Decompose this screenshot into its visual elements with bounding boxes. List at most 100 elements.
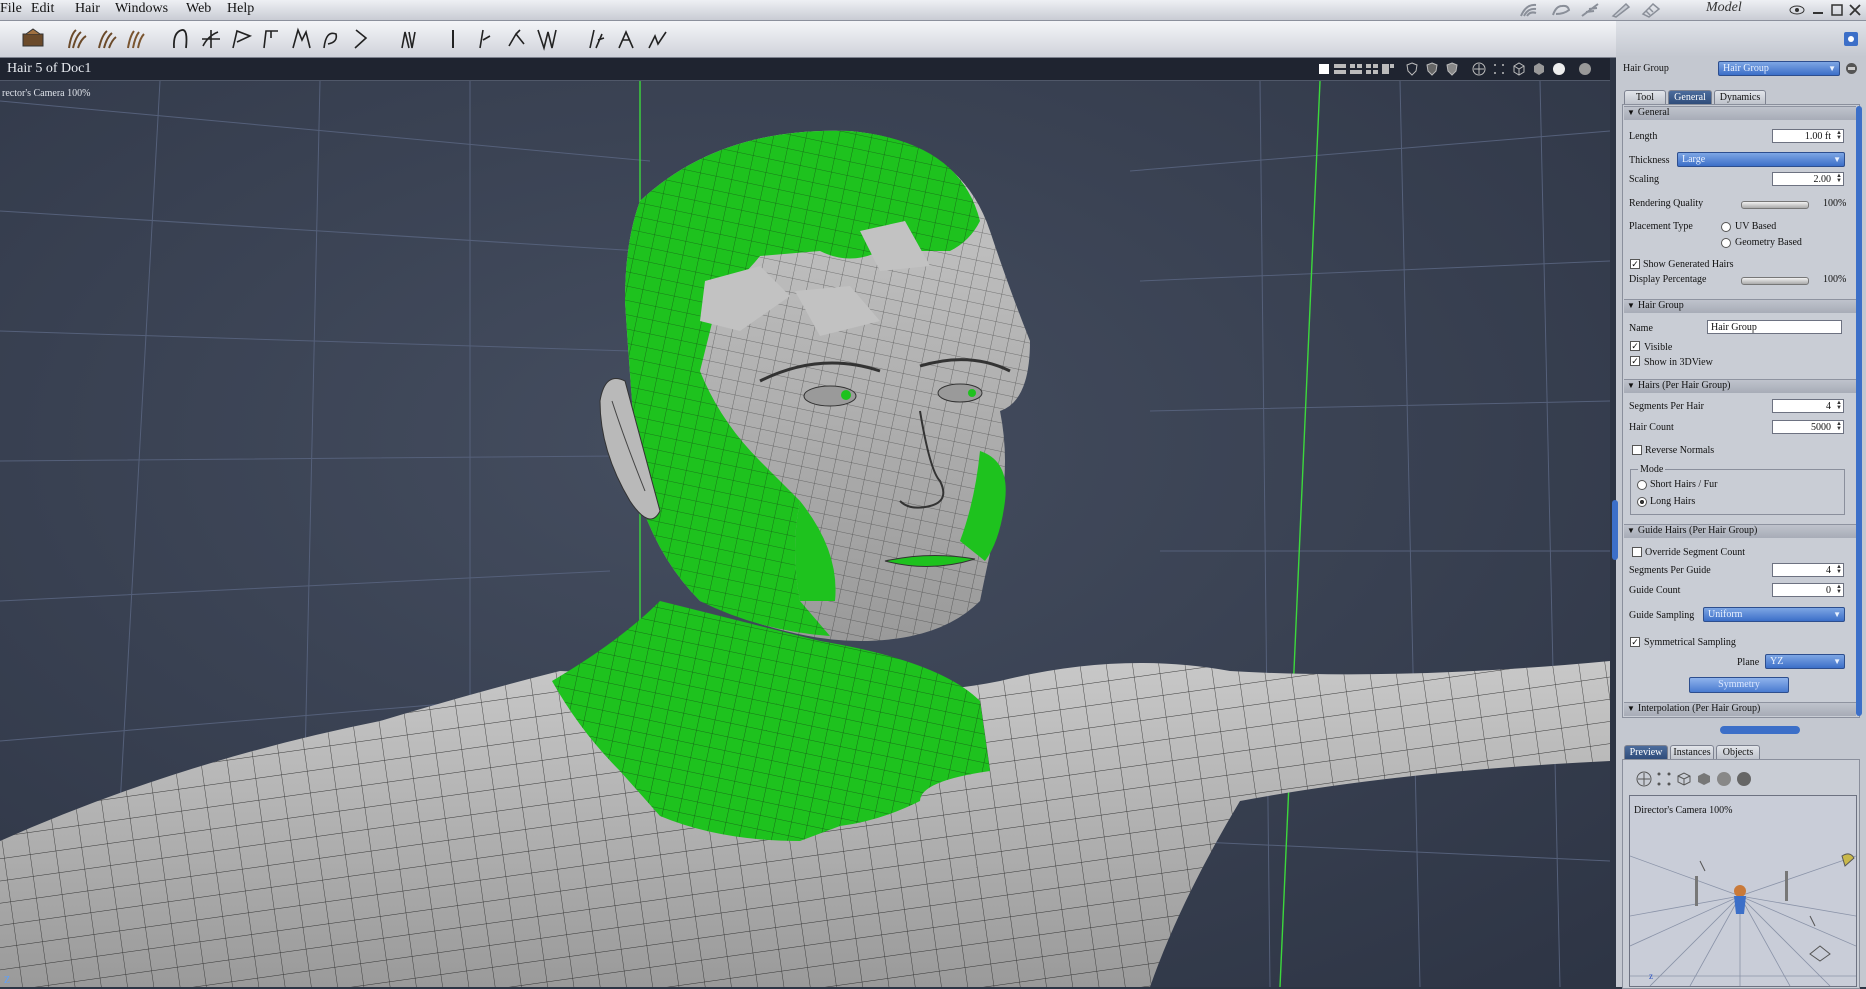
hairs-section-header[interactable]: ▼ Hairs (Per Hair Group) (1624, 379, 1856, 393)
grow-guides-tool-icon[interactable] (644, 26, 670, 52)
eye-icon[interactable] (1789, 2, 1805, 18)
curl-guide-tool-icon[interactable] (288, 26, 314, 52)
name-field[interactable]: Hair Group (1707, 320, 1842, 334)
spinner-icon[interactable]: ▲ ▼ (1836, 421, 1842, 432)
spinner-icon[interactable]: ▲ ▼ (1836, 400, 1842, 411)
hair-room-toolbox-icon[interactable] (20, 26, 46, 52)
hair-group-options-icon[interactable] (1845, 62, 1858, 75)
panel-menu-icon[interactable] (1843, 31, 1859, 47)
placement-uv-radio[interactable] (1721, 222, 1731, 232)
preview-wireframe-icon[interactable] (1676, 771, 1692, 787)
symmetrical-sampling-checkbox[interactable]: ✓ (1630, 637, 1640, 647)
length-field[interactable]: 1.00 ft ▲ ▼ (1772, 129, 1844, 143)
override-segment-count-checkbox[interactable] (1632, 547, 1642, 557)
attract-guides-tool-icon[interactable] (584, 26, 610, 52)
smooth-shade-icon[interactable] (1552, 62, 1566, 76)
remove-hair-tool-icon[interactable] (94, 26, 120, 52)
three-view-icon[interactable] (1349, 62, 1363, 76)
feather-icon[interactable] (1580, 2, 1602, 18)
general-section-header[interactable]: ▼ General (1624, 106, 1856, 120)
guide-sampling-dropdown[interactable]: Uniform ▼ (1703, 607, 1845, 622)
tab-tool[interactable]: Tool (1624, 90, 1666, 105)
add-hair-tool-icon[interactable] (64, 26, 90, 52)
menu-help[interactable]: Help (227, 1, 254, 17)
bend-guide-tool-icon[interactable] (228, 26, 254, 52)
select-guides-tool-icon[interactable] (396, 26, 422, 52)
hair-group-dropdown[interactable]: Hair Group ▼ (1718, 61, 1840, 76)
mode-short-radio[interactable] (1637, 480, 1647, 490)
shield-view-icon[interactable] (1405, 62, 1419, 76)
preview-viewport[interactable] (1629, 795, 1857, 987)
show-3dview-checkbox[interactable]: ✓ (1630, 356, 1640, 366)
spinner-icon[interactable]: ▲ ▼ (1836, 584, 1842, 595)
guide-hairs-section-header[interactable]: ▼ Guide Hairs (Per Hair Group) (1624, 524, 1856, 538)
spinner-icon[interactable]: ▲ ▼ (1836, 564, 1842, 575)
mode-long-radio[interactable] (1637, 497, 1647, 507)
segments-per-guide-field[interactable]: 4 ▲ ▼ (1772, 563, 1844, 577)
tab-instances[interactable]: Instances (1670, 745, 1714, 760)
display-percentage-slider[interactable] (1741, 277, 1809, 285)
shield-solid-icon[interactable] (1445, 62, 1459, 76)
hair-room-icon[interactable] (1518, 2, 1540, 18)
points-display-icon[interactable] (1492, 62, 1506, 76)
maximize-icon[interactable] (1830, 2, 1844, 18)
tab-general[interactable]: General (1668, 90, 1712, 105)
tab-preview[interactable]: Preview (1624, 745, 1668, 760)
plane-dropdown[interactable]: YZ ▼ (1765, 654, 1845, 669)
spinner-icon[interactable]: ▲ ▼ (1836, 130, 1842, 141)
single-view-icon[interactable] (1317, 62, 1331, 76)
menu-web[interactable]: Web (186, 1, 211, 17)
pen-icon[interactable] (1610, 2, 1632, 18)
preview-move-icon[interactable] (1636, 771, 1652, 787)
hair-count-field[interactable]: 5000 ▲ ▼ (1772, 420, 1844, 434)
move-camera-icon[interactable] (1472, 62, 1486, 76)
preview-smooth-icon[interactable] (1716, 771, 1732, 787)
two-view-icon[interactable] (1333, 62, 1347, 76)
texture-shade-icon[interactable] (1578, 62, 1592, 76)
menu-windows[interactable]: Windows (115, 1, 168, 17)
guide-count-field[interactable]: 0 ▲ ▼ (1772, 583, 1844, 597)
spinner-icon[interactable]: ▲ ▼ (1836, 173, 1842, 184)
shaded-cube-icon[interactable] (1532, 62, 1546, 76)
reverse-normals-checkbox[interactable] (1632, 445, 1642, 455)
symmetry-button[interactable]: Symmetry (1689, 677, 1789, 693)
visible-checkbox[interactable]: ✓ (1630, 341, 1640, 351)
panel-scrollbar[interactable] (1856, 106, 1862, 716)
length-guide-tool-icon[interactable] (258, 26, 284, 52)
comb-hair-tool-icon[interactable] (124, 26, 150, 52)
translate-guide-tool-icon[interactable] (198, 26, 224, 52)
panel-splitter-handle[interactable] (1720, 726, 1800, 734)
twist-guides-tool-icon[interactable] (504, 26, 530, 52)
menu-file[interactable]: File (0, 1, 22, 17)
menu-hair[interactable]: Hair (75, 1, 100, 17)
scaling-field[interactable]: 2.00 ▲ ▼ (1772, 172, 1844, 186)
tab-dynamics[interactable]: Dynamics (1714, 90, 1766, 105)
3d-viewport[interactable] (0, 81, 1610, 987)
guide-curve-tool-icon[interactable] (168, 26, 194, 52)
custom-view-icon[interactable] (1381, 62, 1395, 76)
smooth-guide-tool-icon[interactable] (318, 26, 344, 52)
show-generated-hairs-checkbox[interactable]: ✓ (1630, 259, 1640, 269)
comb-icon[interactable] (1640, 2, 1662, 18)
thickness-dropdown[interactable]: Large ▼ (1677, 152, 1845, 167)
scale-guide-tool-icon[interactable] (348, 26, 374, 52)
clump-guides-tool-icon[interactable] (474, 26, 500, 52)
preview-shaded-icon[interactable] (1696, 771, 1712, 787)
close-icon[interactable] (1848, 2, 1862, 18)
preview-points-icon[interactable] (1656, 771, 1672, 787)
cut-guides-tool-icon[interactable] (614, 26, 640, 52)
segments-per-hair-field[interactable]: 4 ▲ ▼ (1772, 399, 1844, 413)
preview-texture-icon[interactable] (1736, 771, 1752, 787)
placement-geometry-radio[interactable] (1721, 238, 1731, 248)
wireframe-cube-icon[interactable] (1512, 62, 1526, 76)
brush-icon[interactable] (1550, 2, 1572, 18)
shield-display-icon[interactable] (1425, 62, 1439, 76)
erase-guides-tool-icon[interactable] (440, 26, 466, 52)
hair-group-section-header[interactable]: ▼ Hair Group (1624, 299, 1856, 313)
interpolation-section-header[interactable]: ▼ Interpolation (Per Hair Group) (1624, 702, 1856, 716)
rendering-quality-slider[interactable] (1741, 201, 1809, 209)
minimize-icon[interactable] (1811, 2, 1825, 18)
viewport-splitter-handle[interactable] (1612, 500, 1618, 560)
frizz-guides-tool-icon[interactable] (534, 26, 560, 52)
tab-objects[interactable]: Objects (1716, 745, 1760, 760)
